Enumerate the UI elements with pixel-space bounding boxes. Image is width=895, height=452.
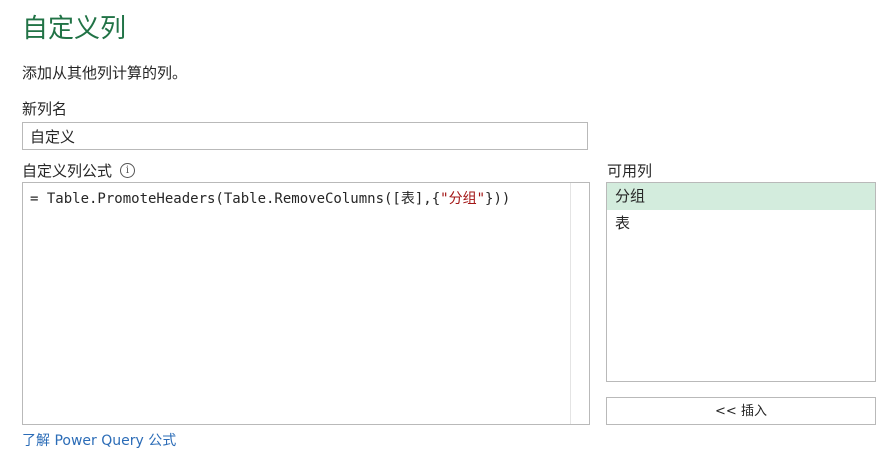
column-item-group[interactable]: 分组 — [607, 183, 875, 210]
dialog-title: 自定义列 — [22, 14, 127, 44]
formula-code-prefix: = Table.PromoteHeaders(Table.RemoveColum… — [30, 191, 441, 207]
column-item-table[interactable]: 表 — [607, 210, 875, 237]
formula-text[interactable]: = Table.PromoteHeaders(Table.RemoveColum… — [30, 188, 567, 208]
info-icon[interactable]: i — [120, 163, 136, 178]
insert-button[interactable]: << 插入 — [606, 397, 876, 425]
formula-label: 自定义列公式 — [22, 162, 113, 180]
available-columns-label: 可用列 — [607, 162, 653, 180]
formula-scrollbar[interactable] — [570, 183, 589, 424]
formula-code-suffix: })) — [485, 191, 511, 207]
available-columns-list[interactable]: 分组 表 — [606, 182, 876, 382]
dialog-subtitle: 添加从其他列计算的列。 — [22, 64, 188, 82]
formula-string-literal: "分组" — [440, 191, 486, 207]
learn-power-query-link[interactable]: 了解 Power Query 公式 — [22, 430, 176, 450]
formula-label-row: 自定义列公式 i — [22, 160, 136, 181]
new-column-name-label: 新列名 — [22, 100, 68, 118]
custom-column-dialog: 自定义列 添加从其他列计算的列。 新列名 自定义列公式 i = Table.Pr… — [0, 0, 895, 452]
formula-editor[interactable]: = Table.PromoteHeaders(Table.RemoveColum… — [22, 182, 590, 425]
new-column-name-input[interactable] — [22, 122, 588, 150]
